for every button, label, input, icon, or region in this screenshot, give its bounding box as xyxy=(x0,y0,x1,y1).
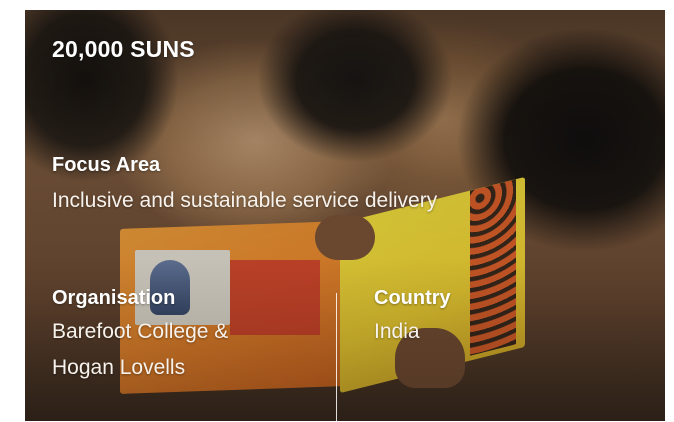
country-label: Country xyxy=(374,287,451,309)
country-value: India xyxy=(374,320,420,343)
organisation-value-line2: Hogan Lovells xyxy=(52,356,186,379)
organisation-value: Barefoot College & Hogan Lovells xyxy=(52,314,228,386)
focus-area-value: Inclusive and sustainable service delive… xyxy=(52,189,438,212)
organisation-value-line1: Barefoot College & xyxy=(52,320,229,343)
column-divider xyxy=(336,293,337,421)
card-title: 20,000 SUNS xyxy=(52,36,195,62)
organisation-label: Organisation xyxy=(52,287,176,309)
project-card: 20,000 SUNS Focus Area Inclusive and sus… xyxy=(25,10,665,421)
focus-area-label: Focus Area xyxy=(52,154,161,176)
